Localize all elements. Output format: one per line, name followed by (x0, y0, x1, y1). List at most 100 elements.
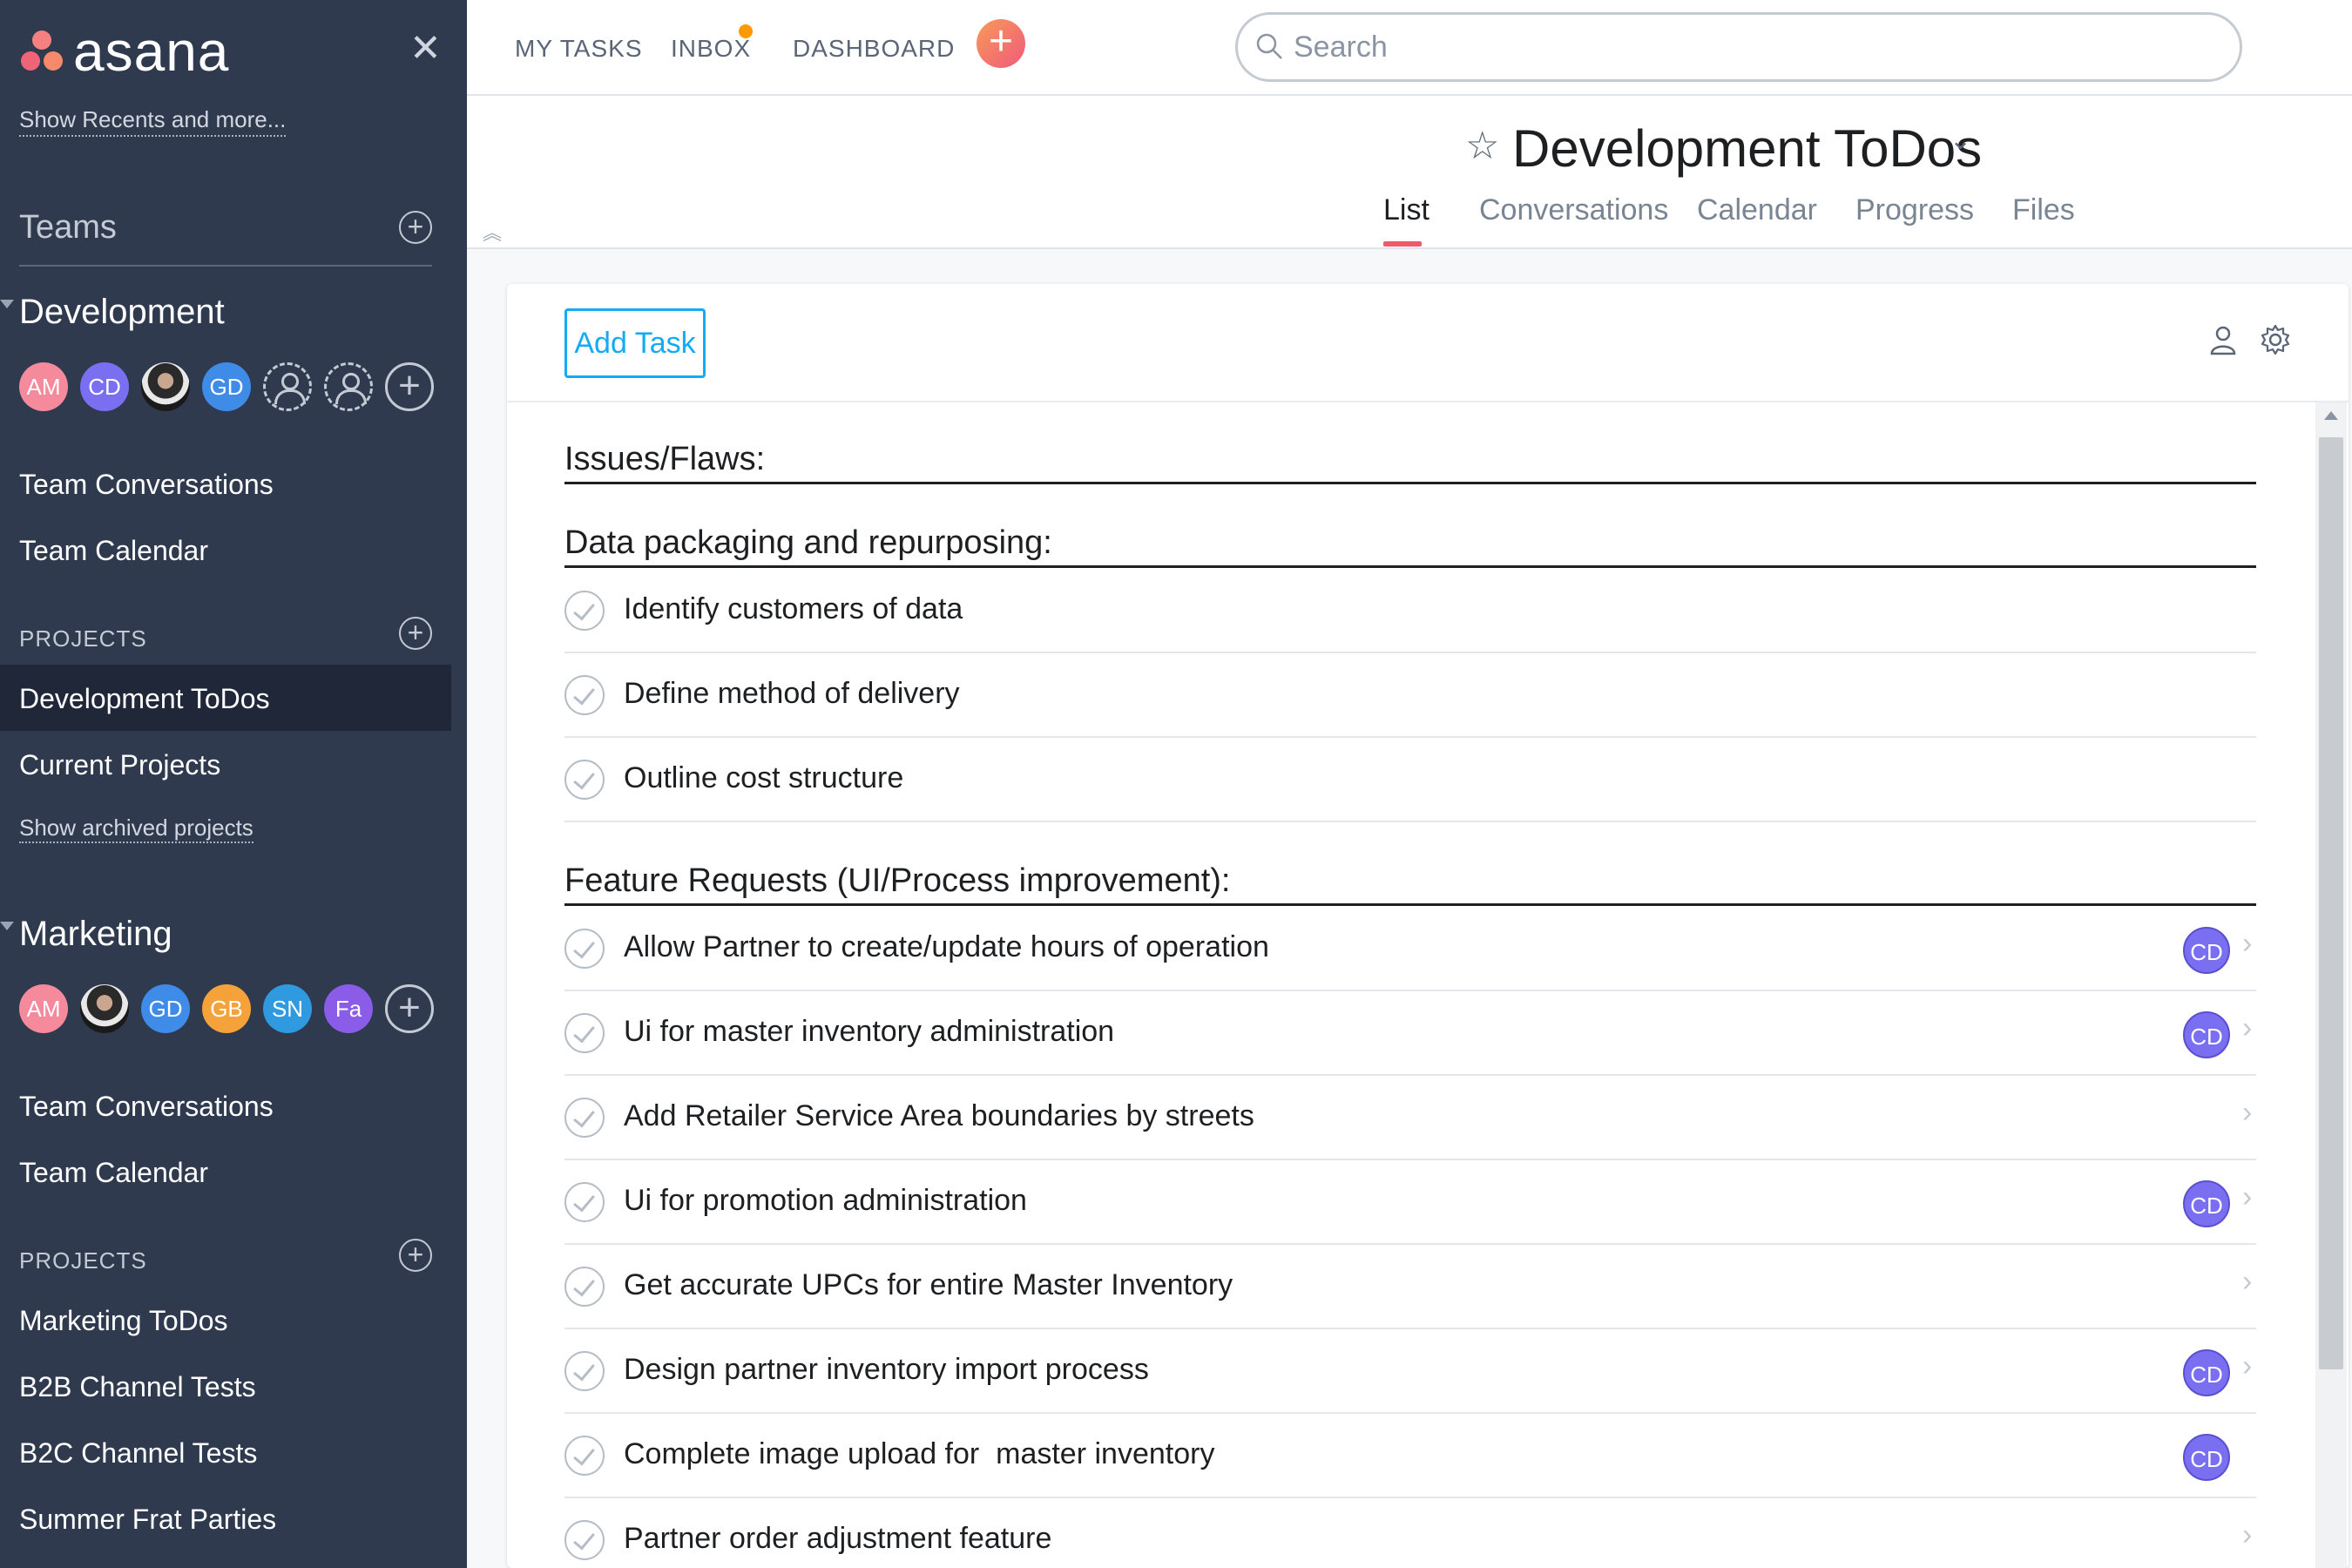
member-avatar[interactable]: CD (80, 362, 129, 411)
task-row[interactable]: Ui for master inventory administration C… (564, 992, 2256, 1076)
task-row[interactable]: Complete image upload for master invento… (564, 1415, 2256, 1498)
complete-checkbox-icon[interactable] (564, 1013, 605, 1053)
scroll-up-arrow-icon[interactable] (2324, 411, 2338, 420)
project-menu-chevron-icon[interactable]: ⌄ (1950, 125, 1971, 156)
nav-inbox[interactable]: INBOX (671, 35, 751, 63)
add-team-icon[interactable]: + (399, 211, 432, 244)
task-row[interactable]: Ui for promotion administration CD › (564, 1161, 2256, 1245)
member-avatar[interactable]: GD (202, 362, 251, 411)
chevron-right-icon[interactable]: › (2242, 1518, 2252, 1552)
collapse-header-icon[interactable]: ︽ (483, 218, 502, 246)
sidebar-project-marketing-todos[interactable]: Marketing ToDos (19, 1305, 228, 1337)
complete-checkbox-icon[interactable] (564, 1436, 605, 1476)
empty-member-icon[interactable] (263, 362, 312, 411)
task-name[interactable]: Add Retailer Service Area boundaries by … (624, 1099, 1254, 1133)
show-archived-projects-link[interactable]: Show archived projects (19, 814, 253, 843)
tab-progress[interactable]: Progress (1855, 193, 1974, 227)
task-row[interactable]: Add Retailer Service Area boundaries by … (564, 1077, 2256, 1160)
add-member-icon[interactable]: + (385, 984, 434, 1033)
task-name[interactable]: Allow Partner to create/update hours of … (624, 930, 1269, 964)
tab-list[interactable]: List (1383, 193, 1429, 227)
assignee-avatar[interactable]: CD (2183, 1011, 2230, 1058)
asana-logo[interactable]: asana (19, 19, 229, 84)
favorite-star-icon[interactable]: ☆ (1465, 124, 1499, 168)
task-row[interactable]: Outline cost structure (564, 739, 2256, 822)
team-collapse-caret[interactable] (0, 300, 14, 308)
complete-checkbox-icon[interactable] (564, 1182, 605, 1222)
sidebar-project-summer-frat-parties[interactable]: Summer Frat Parties (19, 1504, 276, 1536)
task-name[interactable]: Get accurate UPCs for entire Master Inve… (624, 1268, 1233, 1302)
sidebar-project-current-projects[interactable]: Current Projects (19, 749, 220, 781)
chevron-right-icon[interactable]: › (2242, 1265, 2252, 1299)
assignee-avatar[interactable]: CD (2183, 1349, 2230, 1396)
task-name[interactable]: Outline cost structure (624, 761, 903, 795)
gear-icon[interactable] (2258, 322, 2293, 357)
chevron-right-icon[interactable]: › (2242, 1349, 2252, 1383)
task-name[interactable]: Design partner inventory import process (624, 1353, 1149, 1387)
complete-checkbox-icon[interactable] (564, 1098, 605, 1138)
complete-checkbox-icon[interactable] (564, 591, 605, 631)
assignee-filter-icon[interactable] (2206, 322, 2240, 357)
sidebar-project-b2b-channel-tests[interactable]: B2B Channel Tests (19, 1371, 256, 1403)
task-row[interactable]: Get accurate UPCs for entire Master Inve… (564, 1246, 2256, 1329)
member-photo-avatar[interactable] (141, 362, 190, 411)
chevron-right-icon[interactable]: › (2242, 927, 2252, 961)
add-project-icon[interactable]: + (399, 1239, 432, 1272)
complete-checkbox-icon[interactable] (564, 760, 605, 800)
add-task-button[interactable]: Add Task (564, 308, 706, 378)
task-row[interactable]: Design partner inventory import process … (564, 1330, 2256, 1414)
section-header-feature-requests[interactable]: Feature Requests (UI/Process improvement… (564, 857, 2256, 906)
tab-calendar[interactable]: Calendar (1697, 193, 1817, 227)
section-header-data-packaging[interactable]: Data packaging and repurposing: (564, 519, 2256, 568)
team-name-development[interactable]: Development (19, 293, 225, 332)
chevron-right-icon[interactable]: › (2242, 1180, 2252, 1214)
complete-checkbox-icon[interactable] (564, 929, 605, 969)
chevron-right-icon[interactable]: › (2242, 1011, 2252, 1045)
team-name-marketing[interactable]: Marketing (19, 915, 172, 954)
task-name[interactable]: Identify customers of data (624, 592, 963, 626)
team-conversations-link[interactable]: Team Conversations (19, 1091, 274, 1123)
chevron-right-icon[interactable]: › (2242, 1096, 2252, 1130)
member-avatar[interactable]: AM (19, 984, 68, 1033)
team-conversations-link[interactable]: Team Conversations (19, 469, 274, 501)
complete-checkbox-icon[interactable] (564, 1267, 605, 1307)
complete-checkbox-icon[interactable] (564, 1351, 605, 1391)
assignee-avatar[interactable]: CD (2183, 1434, 2230, 1481)
sidebar-project-development-todos[interactable]: Development ToDos (19, 683, 270, 715)
task-row[interactable]: Identify customers of data (564, 570, 2256, 653)
scrollbar-thumb[interactable] (2319, 437, 2343, 1369)
nav-my-tasks[interactable]: MY TASKS (515, 35, 643, 63)
task-row[interactable]: Allow Partner to create/update hours of … (564, 908, 2256, 991)
member-photo-avatar[interactable] (80, 984, 129, 1033)
complete-checkbox-icon[interactable] (564, 675, 605, 715)
member-avatar[interactable]: GB (202, 984, 251, 1033)
empty-member-icon[interactable] (324, 362, 373, 411)
add-member-icon[interactable]: + (385, 362, 434, 411)
member-avatar[interactable]: Fa (324, 984, 373, 1033)
section-header-issues-flaws[interactable]: Issues/Flaws: (564, 436, 2256, 484)
task-name[interactable]: Complete image upload for master invento… (624, 1437, 1214, 1471)
task-row[interactable]: Partner order adjustment feature › (564, 1499, 2256, 1568)
tab-files[interactable]: Files (2012, 193, 2075, 227)
list-scrollbar[interactable] (2315, 402, 2347, 1568)
task-name[interactable]: Define method of delivery (624, 677, 960, 711)
member-avatar[interactable]: AM (19, 362, 68, 411)
member-avatar[interactable]: SN (263, 984, 312, 1033)
sidebar-project-b2c-channel-tests[interactable]: B2C Channel Tests (19, 1437, 257, 1470)
tab-conversations[interactable]: Conversations (1479, 193, 1668, 227)
task-row[interactable]: Define method of delivery (564, 654, 2256, 738)
nav-dashboard[interactable]: DASHBOARD (793, 35, 955, 63)
team-calendar-link[interactable]: Team Calendar (19, 535, 208, 567)
team-calendar-link[interactable]: Team Calendar (19, 1157, 208, 1189)
search-input[interactable] (1294, 27, 2165, 67)
complete-checkbox-icon[interactable] (564, 1520, 605, 1560)
task-name[interactable]: Ui for promotion administration (624, 1184, 1027, 1218)
show-recents-link[interactable]: Show Recents and more... (19, 106, 287, 137)
assignee-avatar[interactable]: CD (2183, 1180, 2230, 1227)
quick-add-button[interactable]: + (977, 19, 1025, 68)
team-collapse-caret[interactable] (0, 922, 14, 930)
close-sidebar-icon[interactable]: ✕ (409, 26, 442, 71)
assignee-avatar[interactable]: CD (2183, 927, 2230, 974)
member-avatar[interactable]: GD (141, 984, 190, 1033)
add-project-icon[interactable]: + (399, 617, 432, 650)
